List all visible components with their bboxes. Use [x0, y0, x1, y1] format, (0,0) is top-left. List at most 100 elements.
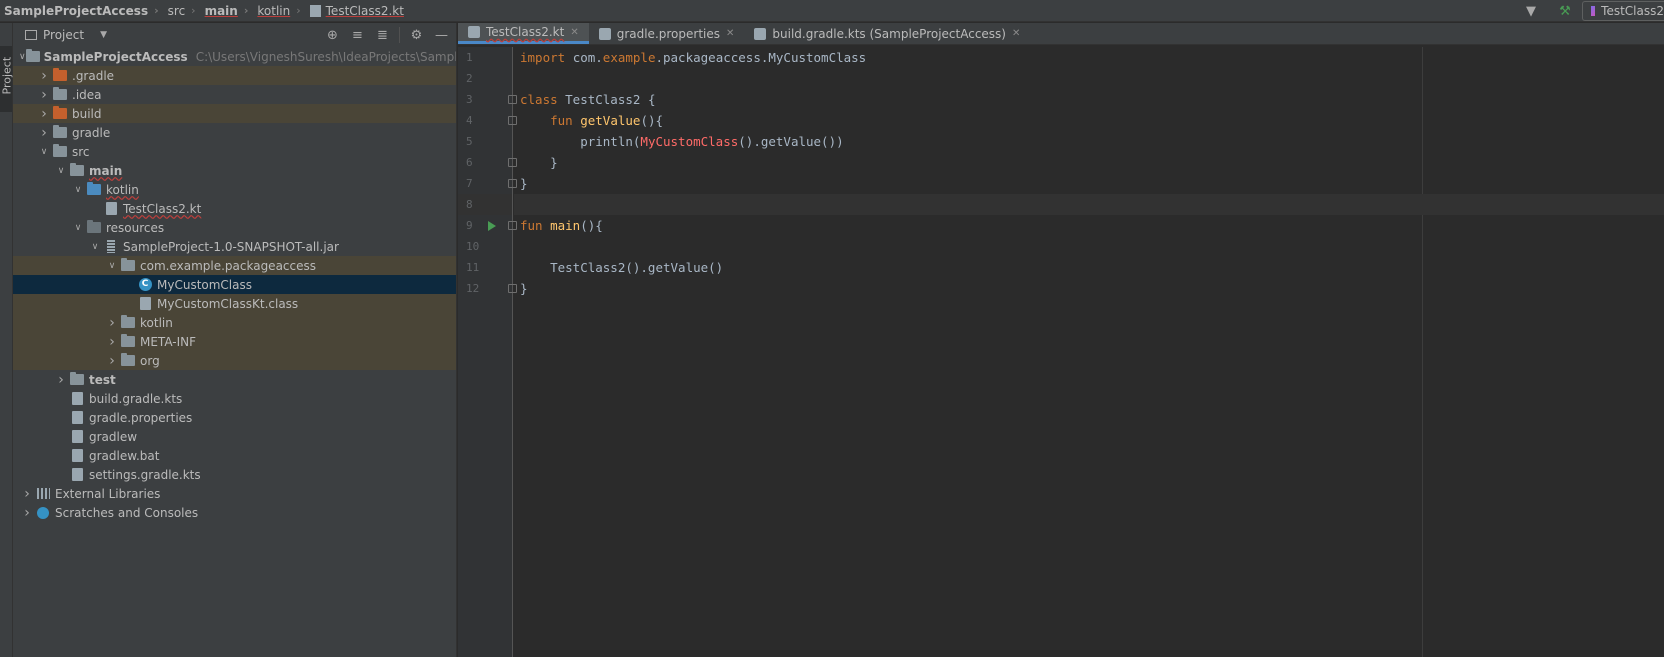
tree-node[interactable]: › gradle	[13, 123, 456, 142]
breadcrumb-item[interactable]: src ›	[164, 0, 201, 22]
chevron-right-icon[interactable]: ›	[36, 104, 52, 123]
breadcrumb-item[interactable]: TestClass2.kt	[306, 0, 404, 22]
account-icon[interactable]: ▼	[1514, 0, 1548, 22]
expand-all-icon[interactable]: ≡	[345, 28, 370, 43]
code-line[interactable]	[514, 194, 1664, 215]
breadcrumb-separator: ›	[154, 4, 159, 17]
code-area[interactable]: import com.example.packageaccess.MyCusto…	[514, 47, 1664, 657]
tree-node[interactable]: ∨ resources	[13, 218, 456, 237]
tree-node-label: META-INF	[140, 334, 197, 349]
tree-node[interactable]: › test	[13, 370, 456, 389]
chevron-down-icon[interactable]: ∨	[104, 256, 120, 275]
tree-node[interactable]: gradle.properties	[13, 408, 456, 427]
tree-node[interactable]: › kotlin	[13, 313, 456, 332]
chevron-right-icon[interactable]: ›	[104, 351, 120, 370]
scratch-icon	[35, 506, 51, 520]
code-line[interactable]: println(MyCustomClass().getValue())	[514, 131, 1664, 152]
code-line[interactable]: fun getValue(){	[514, 110, 1664, 131]
tree-node[interactable]: build.gradle.kts	[13, 389, 456, 408]
locate-file-icon[interactable]: ⊕	[320, 28, 345, 43]
code-token: TestClass2().getValue()	[520, 260, 724, 275]
kotlin-file-icon	[309, 4, 321, 17]
code-line[interactable]: }	[514, 152, 1664, 173]
gear-icon[interactable]: ⚙	[404, 28, 429, 43]
tree-node[interactable]: ∨ kotlin	[13, 180, 456, 199]
line-number: 12	[466, 282, 480, 295]
tree-node[interactable]: MyCustomClassKt.class	[13, 294, 456, 313]
code-line[interactable]: import com.example.packageaccess.MyCusto…	[514, 47, 1664, 68]
tree-node[interactable]: › build	[13, 104, 456, 123]
tree-node[interactable]: gradlew.bat	[13, 446, 456, 465]
tree-node[interactable]: ∨ com.example.packageaccess	[13, 256, 456, 275]
tree-node[interactable]: settings.gradle.kts	[13, 465, 456, 484]
chevron-right-icon[interactable]: ›	[36, 85, 52, 104]
run-gutter-icon[interactable]	[488, 221, 496, 231]
tree-node[interactable]: › Scratches and Consoles	[13, 503, 456, 522]
tree-node[interactable]: ∨ SampleProjectAccess C:\Users\VigneshSure…	[13, 47, 456, 66]
tree-node[interactable]: › External Libraries	[13, 484, 456, 503]
chevron-down-icon[interactable]: ∨	[87, 237, 103, 256]
project-tool-label: Project	[0, 56, 14, 95]
run-configuration-selector[interactable]: TestClass2	[1582, 1, 1664, 21]
editor-tab[interactable]: gradle.properties ✕	[589, 23, 745, 44]
build-hammer-icon[interactable]: ⚒	[1548, 0, 1582, 22]
tree-node-label: test	[89, 372, 116, 387]
code-line[interactable]	[514, 68, 1664, 89]
chevron-right-icon[interactable]: ›	[104, 332, 120, 351]
breadcrumb-item[interactable]: main ›	[201, 0, 254, 22]
tree-node[interactable]: ∨ SampleProject-1.0-SNAPSHOT-all.jar	[13, 237, 456, 256]
breadcrumb-label: SampleProjectAccess	[4, 3, 149, 18]
code-line[interactable]: fun main(){	[514, 215, 1664, 236]
gutter-line: 6	[458, 152, 517, 173]
chevron-down-icon[interactable]: ∨	[70, 180, 86, 199]
breadcrumb-item[interactable]: kotlin ›	[253, 0, 305, 22]
chevron-right-icon[interactable]: ›	[104, 313, 120, 332]
tree-node[interactable]: gradlew	[13, 427, 456, 446]
chevron-right-icon[interactable]: ›	[19, 484, 35, 503]
chevron-down-icon[interactable]: ∨	[19, 47, 26, 66]
hide-panel-icon[interactable]: —	[429, 28, 454, 43]
editor-tabs: TestClass2.kt ✕ gradle.properties ✕ build.gr…	[458, 23, 1664, 45]
close-icon[interactable]: ✕	[726, 28, 734, 39]
run-configuration-label: TestClass2	[1601, 4, 1664, 18]
code-line[interactable]: }	[514, 173, 1664, 194]
chevron-down-icon[interactable]: ∨	[36, 142, 52, 161]
tree-node[interactable]: ∨ src	[13, 142, 456, 161]
tree-node[interactable]: TestClass2.kt	[13, 199, 456, 218]
code-line[interactable]: class TestClass2 {	[514, 89, 1664, 110]
chevron-right-icon[interactable]: ›	[53, 370, 69, 389]
chevron-down-icon[interactable]: ∨	[70, 218, 86, 237]
gutter-line: 10	[458, 236, 512, 257]
chevron-down-icon[interactable]: ∨	[53, 161, 69, 180]
tree-node[interactable]: › .gradle	[13, 66, 456, 85]
tree-node[interactable]: › .idea	[13, 85, 456, 104]
close-icon[interactable]: ✕	[570, 27, 578, 38]
close-icon[interactable]: ✕	[1012, 28, 1020, 39]
folder-icon	[120, 315, 136, 330]
line-number: 7	[466, 177, 473, 190]
folder-icon	[52, 125, 68, 140]
editor-tab[interactable]: TestClass2.kt ✕	[458, 23, 589, 44]
collapse-all-icon[interactable]: ≣	[370, 28, 395, 43]
chevron-right-icon[interactable]: ›	[19, 503, 35, 522]
code-token: (){	[580, 218, 603, 233]
code-line[interactable]: TestClass2().getValue()	[514, 257, 1664, 278]
project-view-selector[interactable]: Project ▼	[25, 28, 107, 42]
tree-node[interactable]: › META-INF	[13, 332, 456, 351]
code-token: import	[520, 50, 573, 65]
breadcrumb-item[interactable]: SampleProjectAccess ›	[0, 0, 164, 22]
code-line[interactable]	[514, 236, 1664, 257]
code-token: }	[520, 176, 528, 191]
code-token: MyCustomClass	[640, 134, 739, 149]
editor-tab[interactable]: build.gradle.kts (SampleProjectAccess) ✕	[744, 23, 1030, 44]
code-line[interactable]: }	[514, 278, 1664, 299]
gutter-line: 2	[458, 68, 512, 89]
tree-node[interactable]: C MyCustomClass	[13, 275, 456, 294]
tree-node-label: src	[72, 144, 90, 159]
chevron-right-icon[interactable]: ›	[36, 123, 52, 142]
chevron-right-icon[interactable]: ›	[36, 66, 52, 85]
file-icon	[69, 392, 85, 406]
tree-node[interactable]: › org	[13, 351, 456, 370]
tree-node[interactable]: ∨ main	[13, 161, 456, 180]
